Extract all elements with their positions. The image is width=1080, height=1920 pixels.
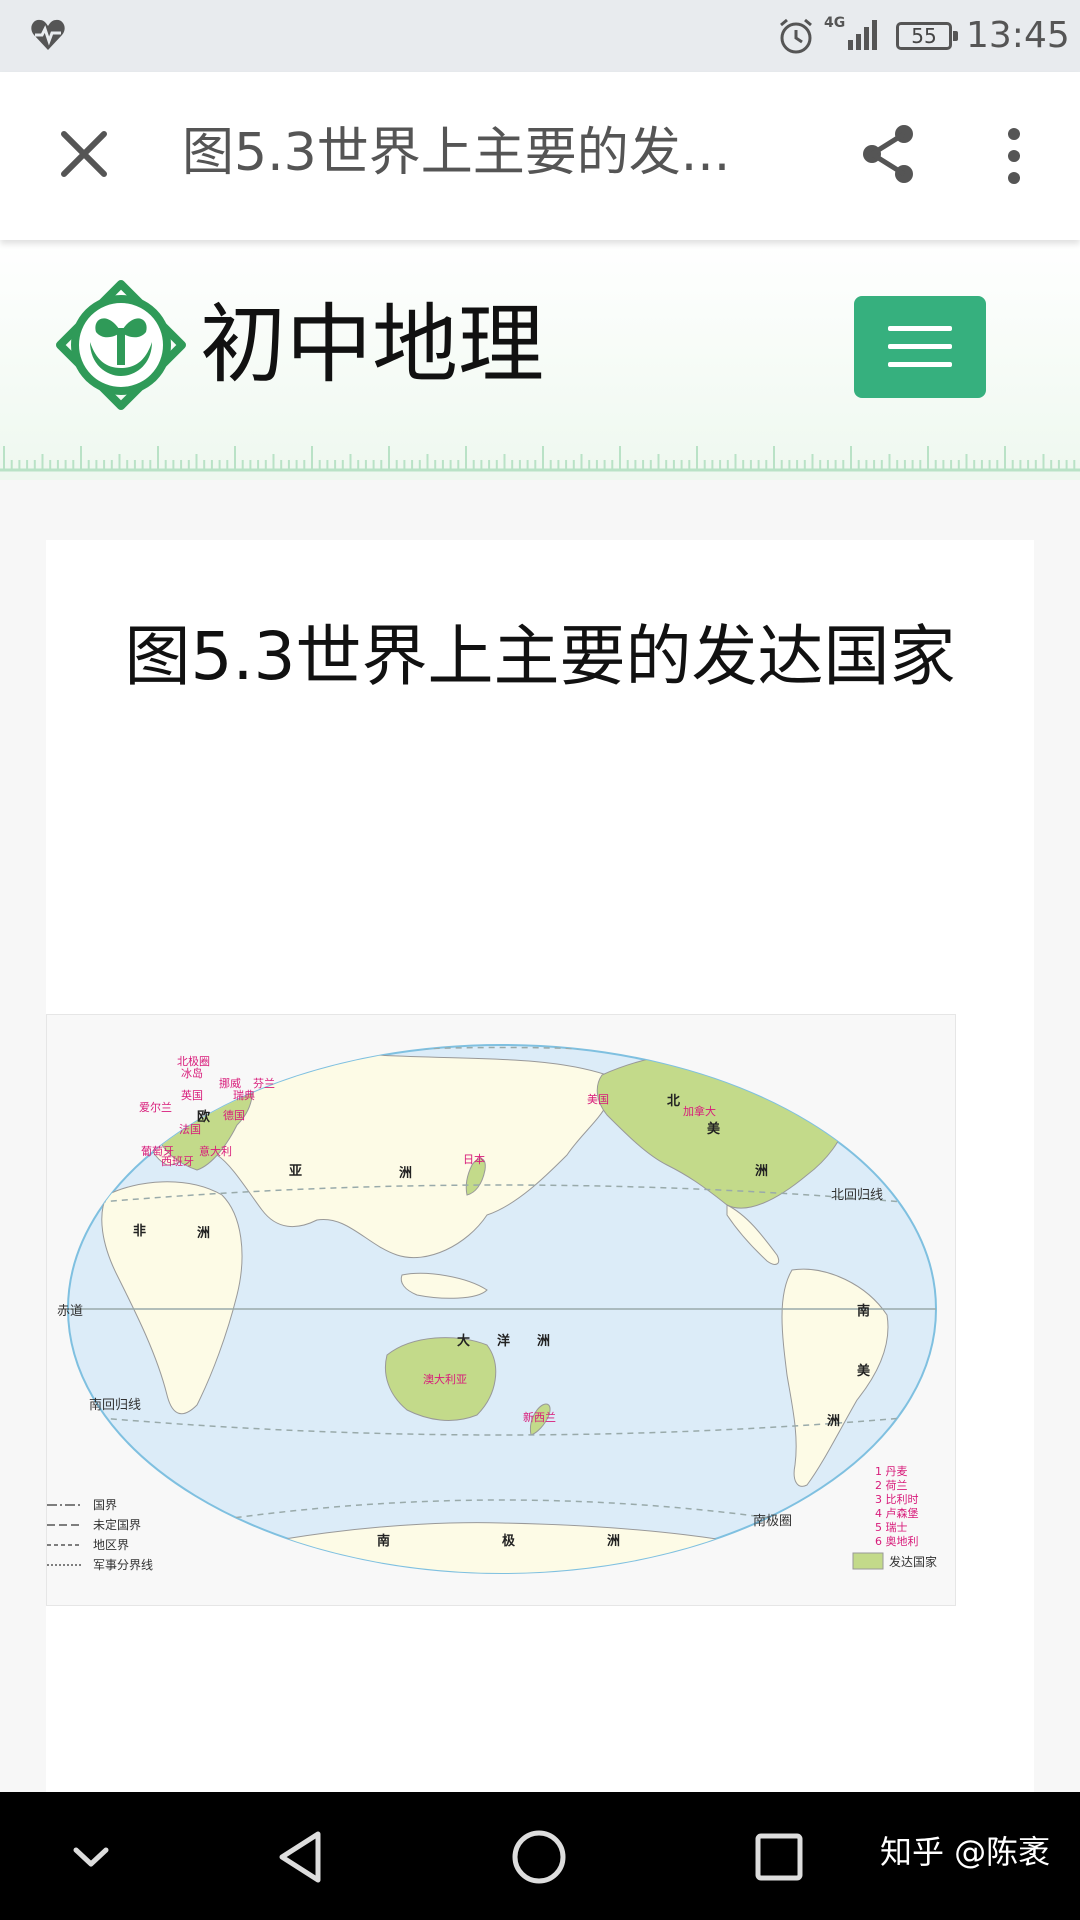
continent-label: 洋 [497,1333,510,1349]
continent-label: 洲 [537,1334,550,1349]
legend-number-item: 1 丹麦 [875,1465,908,1478]
country-label: 加拿大 [683,1104,716,1118]
antarctic-circle-label: 南极圈 [753,1513,792,1529]
top-app-bar: 图5.3世界上主要的发... [0,72,1080,240]
continent-label: 南 [377,1533,390,1549]
country-label: 意大利 [199,1144,232,1158]
tropic-of-cancer-label: 北回归线 [831,1188,883,1203]
menu-button[interactable] [854,296,986,398]
legend-number-item: 2 荷兰 [875,1479,908,1492]
legend-number-item: 5 瑞士 [875,1520,908,1534]
menu-icon-bar [888,362,952,367]
continent-label: 洲 [827,1414,840,1429]
country-label: 芬兰 [253,1077,275,1090]
continent-label: 美 [707,1121,721,1137]
close-icon[interactable] [56,126,112,182]
country-label: 德国 [223,1108,245,1122]
share-icon[interactable] [858,122,918,186]
collapse-chevron-icon[interactable] [56,1822,126,1892]
country-label: 西班牙 [161,1155,194,1168]
country-label: 美国 [587,1093,609,1106]
country-label: 英国 [181,1088,203,1102]
watermark: 知乎 @陈袤 [880,1833,1051,1871]
more-vertical-icon[interactable] [996,124,1032,188]
page-title: 图5.3世界上主要的发... [182,123,731,183]
continent-label: 洲 [197,1226,210,1241]
clock: 13:45 [966,15,1070,56]
continent-label: 洲 [755,1164,768,1179]
menu-icon-bar [888,344,952,349]
article-heading: 图5.3世界上主要的发达国家 [124,618,956,695]
legend-number-item: 4 卢森堡 [875,1506,919,1520]
system-nav-bar: 知乎 @陈袤 [0,1792,1080,1920]
legend-color-label: 发达国家 [889,1554,937,1569]
legend-number-item: 6 奥地利 [875,1534,919,1548]
continent-label: 美 [857,1363,871,1379]
back-triangle-icon[interactable] [266,1822,336,1892]
legend-swatch [852,1552,884,1570]
recents-square-icon[interactable] [744,1822,814,1892]
continent-label: 大 [457,1333,470,1349]
country-label: 挪威 [219,1076,241,1090]
country-label: 日本 [463,1152,485,1166]
continent-label: 亚 [289,1164,302,1179]
network-type: 4G [824,15,846,31]
continent-label: 极 [502,1533,516,1549]
country-label: 法国 [179,1122,201,1136]
site-header: 初中地理 [0,240,1080,480]
country-label: 冰岛 [181,1066,203,1080]
health-heart-icon [31,19,65,50]
continent-label: 洲 [607,1534,620,1549]
equator-label: 赤道 [57,1304,83,1319]
signal-icon [848,20,877,50]
legend-boundary-item: 国界 [93,1498,117,1512]
home-circle-icon[interactable] [504,1822,574,1892]
country-label: 瑞典 [233,1088,255,1102]
menu-icon [888,326,952,331]
continent-label: 北 [667,1094,680,1109]
continent-label: 洲 [399,1166,412,1181]
site-title[interactable]: 初中地理 [200,290,544,400]
world-map-figure: 北 美 洲 亚 洲 非 洲 欧 南 美 洲 南 极 洲 大 洋 洲 北极圈 冰岛… [46,1014,956,1606]
battery-icon: 55 [896,22,958,50]
country-label: 爱尔兰 [139,1101,172,1114]
alarm-icon [780,18,812,54]
tropic-of-capricorn-label: 南回归线 [89,1397,141,1413]
decorative-ruler [0,446,1080,472]
legend-boundary-item: 地区界 [93,1538,129,1552]
continent-label: 南 [857,1303,870,1319]
legend-boundary-item: 军事分界线 [93,1558,153,1572]
country-label: 新西兰 [523,1410,556,1424]
world-map: 北 美 洲 亚 洲 非 洲 欧 南 美 洲 南 极 洲 大 洋 洲 北极圈 冰岛… [47,1044,937,1574]
legend-boundary-item: 未定国界 [93,1517,141,1532]
country-label: 北极圈 [177,1054,210,1068]
continent-label: 非 [133,1223,146,1239]
legend-number-item: 3 比利时 [875,1493,919,1506]
site-logo[interactable] [56,280,186,410]
status-bar: 4G 55 13:45 [0,0,1080,72]
country-label: 澳大利亚 [423,1372,467,1386]
battery-level: 55 [911,24,937,48]
